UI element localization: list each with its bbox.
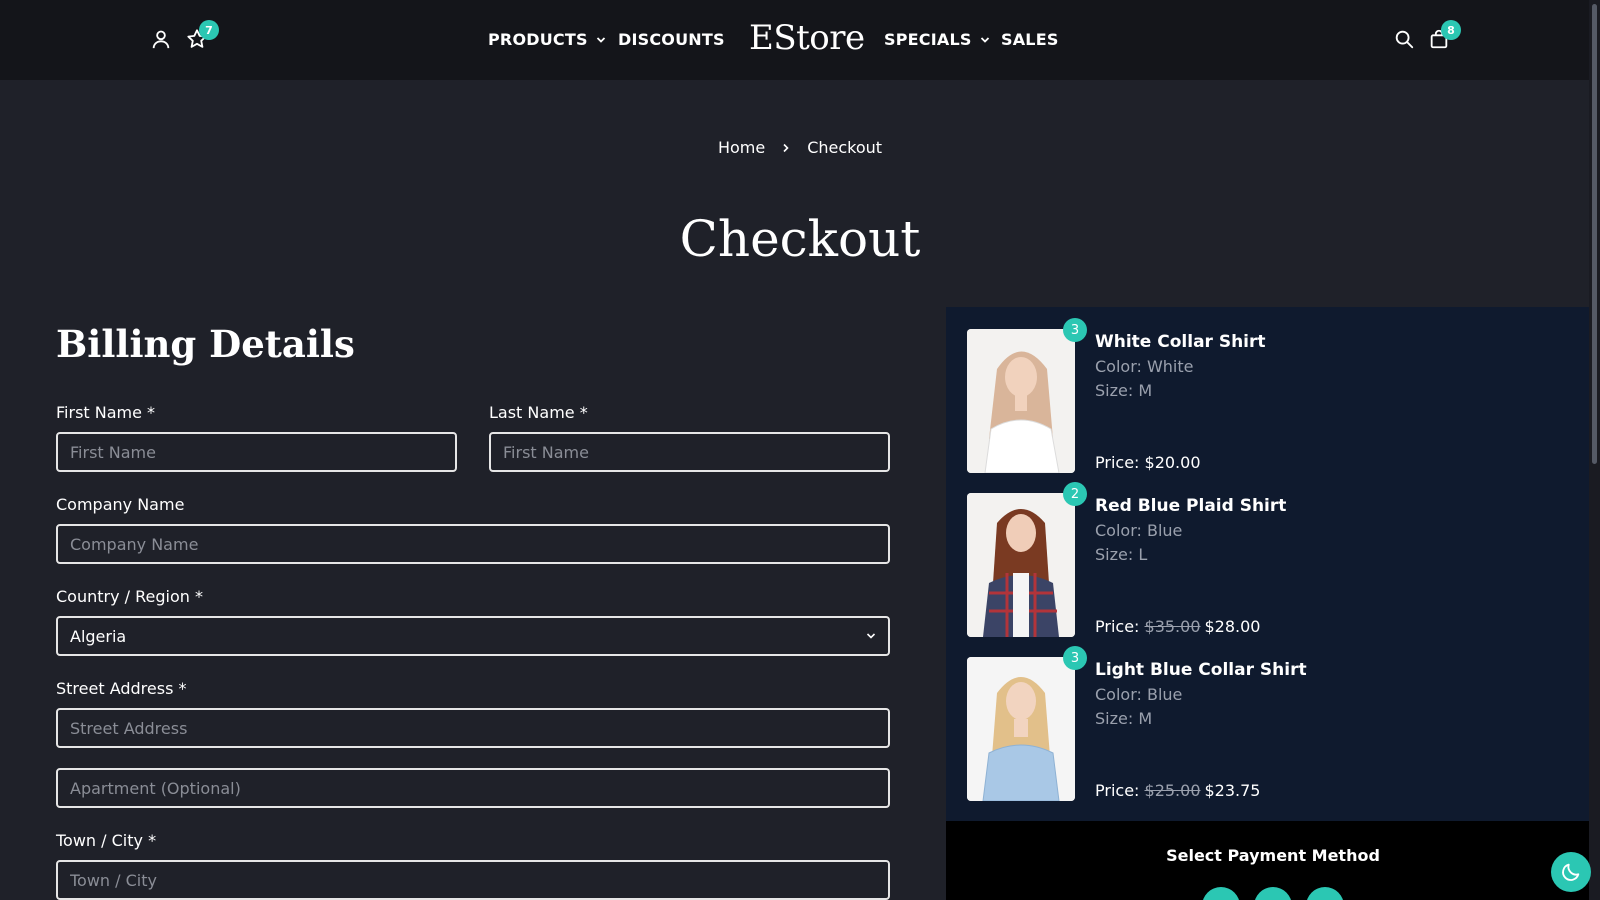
item-color: Color: White (1095, 357, 1194, 376)
payment-method-title: Select Payment Method (1166, 846, 1380, 865)
nav-specials[interactable]: SPECIALS (884, 30, 990, 49)
item-old-price: $25.00 (1144, 781, 1201, 800)
item-price-value: $28.00 (1204, 617, 1261, 636)
street-address-field[interactable] (56, 708, 890, 748)
search-icon[interactable] (1393, 28, 1415, 50)
moon-icon (1562, 863, 1580, 881)
town-city-label: Town / City * (56, 831, 157, 850)
item-quantity-badge: 3 (1063, 318, 1087, 342)
item-old-price: $35.00 (1144, 617, 1201, 636)
item-price-label: Price: (1095, 781, 1140, 800)
page-title: Checkout (679, 210, 921, 268)
user-icon[interactable] (150, 28, 172, 50)
apartment-input[interactable] (70, 778, 876, 798)
item-price-label: Price: (1095, 617, 1140, 636)
billing-details-title: Billing Details (56, 322, 355, 366)
country-label: Country / Region * (56, 587, 203, 606)
nav-specials-label: SPECIALS (884, 30, 972, 49)
product-thumbnail[interactable] (967, 493, 1075, 637)
chevron-down-icon (866, 633, 876, 639)
product-photo-white-collar-shirt (967, 329, 1075, 473)
last-name-input[interactable] (503, 442, 876, 462)
store-logo[interactable]: EStore (749, 18, 865, 58)
company-name-label: Company Name (56, 495, 185, 514)
wishlist-count-badge: 7 (199, 20, 219, 40)
item-price: Price: $25.00 $23.75 (1095, 781, 1260, 800)
item-color: Color: Blue (1095, 685, 1183, 704)
item-price: Price: $35.00 $28.00 (1095, 617, 1260, 636)
first-name-label: First Name * (56, 403, 156, 422)
country-select[interactable]: Algeria (56, 616, 890, 656)
last-name-label: Last Name * (489, 403, 588, 422)
item-color: Color: Blue (1095, 521, 1183, 540)
item-size: Size: M (1095, 381, 1153, 400)
item-price-value: $20.00 (1144, 453, 1201, 472)
item-size: Size: M (1095, 709, 1153, 728)
breadcrumb-home[interactable]: Home (718, 138, 765, 157)
nav-sales[interactable]: SALES (1001, 30, 1059, 49)
chevron-right-icon (783, 143, 789, 152)
company-name-field[interactable] (56, 524, 890, 564)
nav-products[interactable]: PRODUCTS (488, 30, 606, 49)
street-address-input[interactable] (70, 718, 876, 738)
chevron-down-icon (596, 36, 605, 43)
product-photo-light-blue-collar-shirt (967, 657, 1075, 801)
item-quantity-badge: 3 (1063, 646, 1087, 670)
chevron-down-icon (980, 36, 989, 43)
item-price-label: Price: (1095, 453, 1140, 472)
country-selected-value: Algeria (70, 626, 127, 646)
company-name-input[interactable] (70, 534, 876, 554)
breadcrumb-current: Checkout (807, 138, 883, 157)
product-thumbnail[interactable] (967, 657, 1075, 801)
apartment-field[interactable] (56, 768, 890, 808)
breadcrumb: Home Checkout (0, 138, 1600, 157)
first-name-field[interactable] (56, 432, 457, 472)
cart-count-badge: 8 (1441, 20, 1461, 40)
dark-mode-toggle-button[interactable] (1551, 852, 1591, 892)
item-name: Red Blue Plaid Shirt (1095, 496, 1287, 516)
item-size: Size: L (1095, 545, 1148, 564)
item-name: White Collar Shirt (1095, 332, 1266, 352)
product-photo-red-blue-plaid-shirt (967, 493, 1075, 637)
item-name: Light Blue Collar Shirt (1095, 660, 1307, 680)
product-thumbnail[interactable] (967, 329, 1075, 473)
item-price-value: $23.75 (1204, 781, 1261, 800)
nav-products-label: PRODUCTS (488, 30, 588, 49)
item-price: Price: $20.00 (1095, 453, 1201, 472)
town-city-field[interactable] (56, 860, 890, 900)
street-address-label: Street Address * (56, 679, 187, 698)
last-name-field[interactable] (489, 432, 890, 472)
nav-discounts[interactable]: DISCOUNTS (618, 30, 725, 49)
town-city-input[interactable] (70, 870, 876, 890)
first-name-input[interactable] (70, 442, 443, 462)
page-scrollbar-thumb[interactable] (1592, 4, 1597, 464)
item-quantity-badge: 2 (1063, 482, 1087, 506)
